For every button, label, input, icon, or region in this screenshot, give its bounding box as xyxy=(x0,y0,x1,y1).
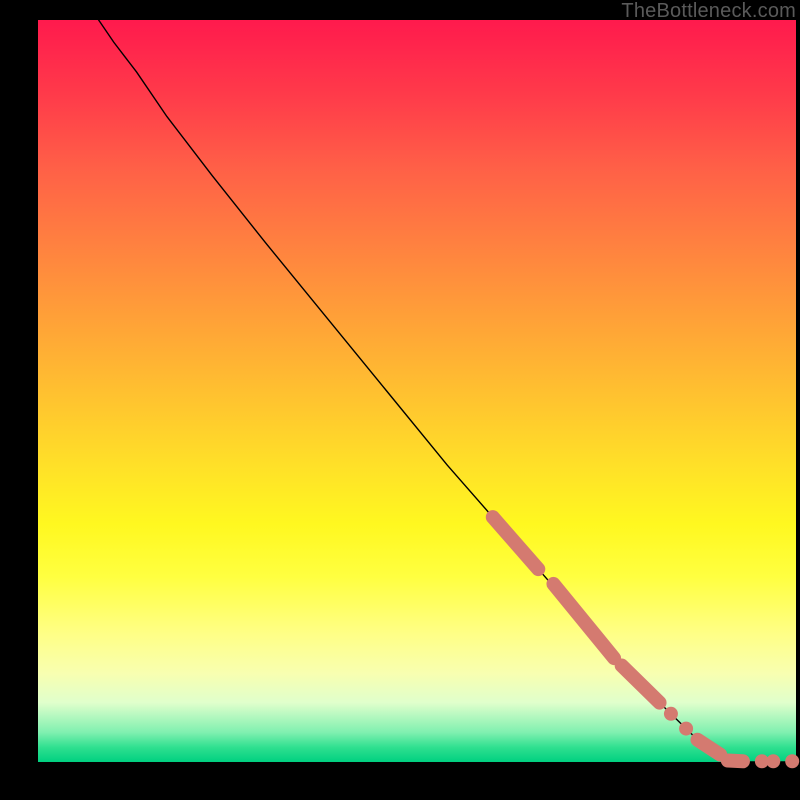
series-markers xyxy=(493,517,799,768)
thick-segment-4 xyxy=(697,740,720,755)
chart-svg xyxy=(38,20,796,762)
dot-4 xyxy=(766,754,780,768)
dot-2 xyxy=(679,722,693,736)
plot-area xyxy=(38,20,796,762)
series-curve xyxy=(99,20,796,762)
watermark-text: TheBottleneck.com xyxy=(621,0,796,23)
chart-stage: TheBottleneck.com xyxy=(0,0,800,800)
dot-1 xyxy=(664,707,678,721)
thick-segment-1 xyxy=(493,517,538,569)
thick-segment-2 xyxy=(553,584,614,658)
thick-segment-3 xyxy=(622,666,660,703)
dot-5 xyxy=(785,754,799,768)
thick-segment-5 xyxy=(728,761,743,762)
